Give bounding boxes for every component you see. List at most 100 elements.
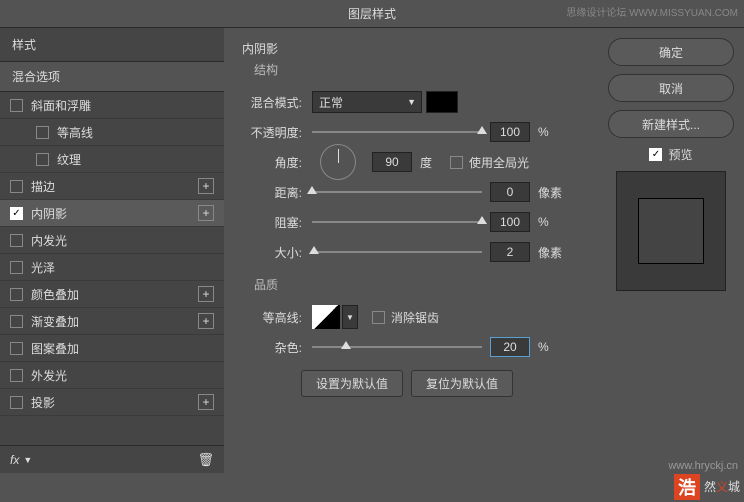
color-swatch[interactable] [426,91,458,113]
add-effect-icon[interactable]: + [198,313,214,329]
style-item-3[interactable]: 描边+ [0,173,224,200]
styles-sidebar: 样式 混合选项 斜面和浮雕等高线纹理描边+✓内阴影+内发光光泽颜色叠加+渐变叠加… [0,28,224,473]
settings-panel: 内阴影 结构 混合模式: 正常 ▼ 不透明度: 100 % 角度: 90 度 使… [224,28,598,473]
styles-header: 样式 [0,28,224,61]
quality-label: 品质 [254,276,580,293]
chevron-down-icon: ▼ [407,97,416,107]
style-label: 投影 [31,394,198,411]
distance-unit: 像素 [538,184,568,201]
preview-box [616,171,726,291]
style-item-10[interactable]: 外发光 [0,362,224,389]
contour-preview[interactable] [312,305,340,329]
distance-input[interactable]: 0 [490,182,530,202]
style-item-9[interactable]: 图案叠加 [0,335,224,362]
angle-label: 角度: [242,154,302,171]
style-item-2[interactable]: 纹理 [0,146,224,173]
style-label: 外发光 [31,367,214,384]
watermark-top: 思缘设计论坛 WWW.MISSYUAN.COM [566,0,738,28]
size-unit: 像素 [538,244,568,261]
style-checkbox[interactable] [10,369,23,382]
noise-label: 杂色: [242,339,302,356]
style-item-6[interactable]: 光泽 [0,254,224,281]
cancel-button[interactable]: 取消 [608,74,734,102]
style-checkbox[interactable]: ✓ [10,207,23,220]
style-label: 描边 [31,178,198,195]
add-effect-icon[interactable]: + [198,286,214,302]
style-item-11[interactable]: 投影+ [0,389,224,416]
style-label: 斜面和浮雕 [31,97,214,114]
choke-slider[interactable] [312,215,482,229]
noise-slider[interactable] [312,340,482,354]
style-label: 光泽 [31,259,214,276]
action-panel: 确定 取消 新建样式... ✓ 预览 [598,28,744,473]
section-title: 内阴影 [242,40,580,57]
dialog-title: 图层样式 [348,7,396,21]
opacity-unit: % [538,125,568,139]
set-default-button[interactable]: 设置为默认值 [301,370,403,397]
style-checkbox[interactable] [10,261,23,274]
opacity-input[interactable]: 100 [490,122,530,142]
choke-input[interactable]: 100 [490,212,530,232]
style-label: 内发光 [31,232,214,249]
add-effect-icon[interactable]: + [198,394,214,410]
style-checkbox[interactable] [10,342,23,355]
preview-swatch [638,198,704,264]
style-label: 图案叠加 [31,340,214,357]
choke-label: 阻塞: [242,214,302,231]
new-style-button[interactable]: 新建样式... [608,110,734,138]
fx-icon[interactable]: fx [10,453,19,467]
structure-label: 结构 [254,61,580,78]
style-label: 内阴影 [31,205,198,222]
style-checkbox[interactable] [10,180,23,193]
ok-button[interactable]: 确定 [608,38,734,66]
watermark-bottom: 浩 然义城 [674,474,740,500]
style-checkbox[interactable] [10,396,23,409]
size-slider[interactable] [312,245,482,259]
style-checkbox[interactable] [36,126,49,139]
size-input[interactable]: 2 [490,242,530,262]
add-effect-icon[interactable]: + [198,205,214,221]
style-item-1[interactable]: 等高线 [0,119,224,146]
noise-input[interactable]: 20 [490,337,530,357]
opacity-slider[interactable] [312,125,482,139]
style-checkbox[interactable] [10,315,23,328]
global-light-label: 使用全局光 [469,154,529,171]
style-checkbox[interactable] [10,234,23,247]
style-checkbox[interactable] [10,288,23,301]
contour-dropdown[interactable]: ▼ [342,305,358,329]
angle-unit: 度 [420,154,450,171]
opacity-label: 不透明度: [242,124,302,141]
distance-slider[interactable] [312,185,482,199]
reset-default-button[interactable]: 复位为默认值 [411,370,513,397]
contour-label: 等高线: [242,309,302,326]
global-light-checkbox[interactable] [450,156,463,169]
preview-checkbox[interactable]: ✓ [649,148,662,161]
preview-label: 预览 [668,146,692,163]
antialias-label: 消除锯齿 [391,309,439,326]
choke-unit: % [538,215,568,229]
style-item-8[interactable]: 渐变叠加+ [0,308,224,335]
watermark-logo: 浩 [674,474,700,500]
style-item-4[interactable]: ✓ 内阴影+ [0,200,224,227]
fx-menu-chevron[interactable]: ▼ [23,455,32,465]
style-label: 颜色叠加 [31,286,198,303]
style-checkbox[interactable] [10,99,23,112]
size-label: 大小: [242,244,302,261]
trash-icon[interactable]: 🗑 [197,452,214,468]
blend-mode-select[interactable]: 正常 ▼ [312,91,422,113]
noise-unit: % [538,340,568,354]
style-item-5[interactable]: 内发光 [0,227,224,254]
style-label: 渐变叠加 [31,313,198,330]
style-item-0[interactable]: 斜面和浮雕 [0,92,224,119]
add-effect-icon[interactable]: + [198,178,214,194]
style-checkbox[interactable] [36,153,49,166]
style-label: 纹理 [57,151,214,168]
angle-input[interactable]: 90 [372,152,412,172]
antialias-checkbox[interactable] [372,311,385,324]
style-item-7[interactable]: 颜色叠加+ [0,281,224,308]
blend-options[interactable]: 混合选项 [0,61,224,92]
distance-label: 距离: [242,184,302,201]
blend-mode-label: 混合模式: [242,94,302,111]
style-label: 等高线 [57,124,214,141]
angle-dial[interactable] [320,144,356,180]
